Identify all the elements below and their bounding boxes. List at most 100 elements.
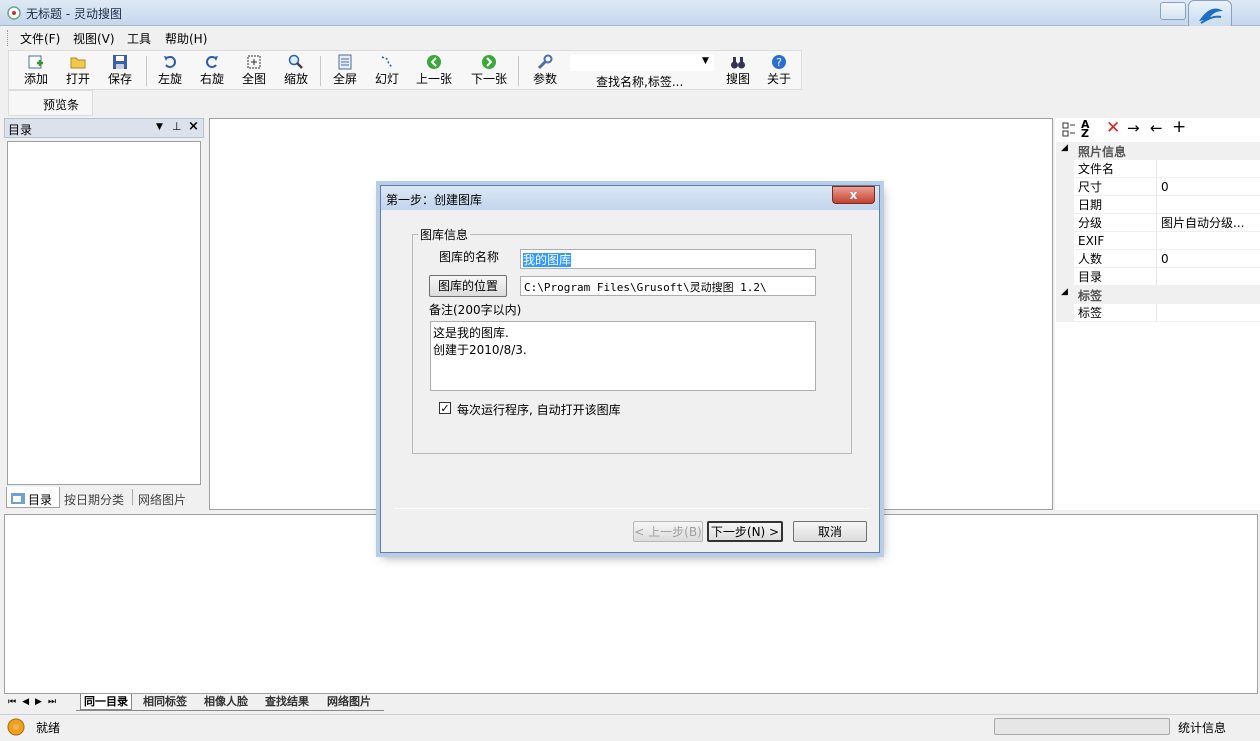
slideshow-button[interactable]: 幻灯 [365, 52, 409, 88]
library-name-value: 我的图库 [523, 253, 572, 267]
prop-row-exif[interactable]: EXIF [1074, 232, 1260, 250]
library-location-button[interactable]: 图库的位置 [429, 275, 507, 297]
add-button[interactable]: 添加 [14, 52, 58, 88]
settings-label: 参数 [532, 72, 557, 86]
save-button[interactable]: 保存 [98, 52, 142, 88]
fit-button[interactable]: 全图 [232, 52, 276, 88]
cancel-button[interactable]: 取消 [793, 521, 867, 542]
add-label: 添加 [23, 72, 48, 86]
search-label: 查找名称,标签... [596, 75, 684, 89]
menu-help[interactable]: 帮助(H) [165, 30, 207, 47]
window-title: 无标题 - 灵动搜图 [26, 7, 122, 21]
tab-similar-faces[interactable]: 相像人脸 [204, 694, 248, 710]
prop-row-size[interactable]: 尺寸 0 [1074, 178, 1260, 196]
settings-button[interactable]: 参数 [523, 52, 567, 88]
save-icon [112, 54, 128, 70]
library-location-input[interactable]: C:\Program Files\Grusoft\灵动搜图 1.2\ [520, 276, 816, 296]
tab-by-date[interactable]: 按日期分类 [64, 491, 124, 508]
dialog-close-button[interactable]: x [832, 186, 875, 204]
search-image-label: 搜图 [725, 72, 750, 86]
svg-text:?: ? [776, 56, 782, 69]
collapse-icon[interactable]: ◢ [1061, 143, 1068, 153]
about-button[interactable]: ? 关于 [757, 52, 801, 88]
about-label: 关于 [766, 72, 791, 86]
prop-row-filename[interactable]: 文件名 [1074, 160, 1260, 178]
next-step-button[interactable]: 下一步(N) > [707, 521, 783, 542]
tab-web-images-bottom[interactable]: 网络图片 [327, 694, 371, 710]
prev-step-button[interactable]: < 上一步(B) [633, 521, 703, 542]
dialog-title: 第一步：创建图库 [386, 193, 483, 207]
status-stats: 统计信息 [1178, 721, 1227, 735]
next-button[interactable]: 下一张 [467, 52, 511, 88]
directory-tree[interactable] [7, 141, 201, 485]
close-icon: x [849, 188, 858, 202]
toolbar-separator [320, 56, 321, 86]
note-line-2: 创建于2010/8/3. [433, 343, 527, 357]
search-combo[interactable] [570, 55, 714, 71]
title-bar [0, 0, 1260, 26]
open-label: 打开 [65, 72, 90, 86]
rotate-left-button[interactable]: 左旋 [148, 52, 192, 88]
close-icon[interactable]: × [188, 119, 199, 134]
menu-tools[interactable]: 工具 [127, 30, 151, 47]
chevron-down-icon[interactable]: ▼ [156, 122, 163, 132]
fullscreen-label: 全屏 [332, 72, 357, 86]
prop-row-tags[interactable]: 标签 [1074, 304, 1260, 322]
checkmark-icon: ✓ [440, 402, 450, 415]
rotate-left-icon [162, 54, 178, 70]
help-icon: ? [771, 54, 787, 70]
menu-file[interactable]: 文件(F) [20, 30, 60, 47]
note-label: 备注(200字以内) [429, 303, 522, 317]
zoom-icon [288, 54, 304, 70]
sort-az-icon[interactable]: AZ [1081, 119, 1090, 139]
menu-grip [7, 30, 10, 46]
auto-open-checkbox[interactable]: ✓ [439, 402, 451, 414]
next-label: 下一张 [470, 72, 507, 86]
chevron-down-icon[interactable]: ▼ [702, 56, 709, 66]
tab-web-images[interactable]: 网络图片 [138, 491, 186, 508]
tab-same-tags[interactable]: 相同标签 [143, 694, 187, 710]
plus-icon[interactable]: + [1172, 117, 1186, 137]
minimize-button[interactable] [1160, 2, 1186, 20]
next-icon [481, 54, 497, 70]
arrow-left-icon[interactable]: ← [1150, 119, 1163, 137]
toolbar-separator [518, 56, 519, 86]
left-panel-title: 目录 [8, 123, 33, 137]
collapse-icon[interactable]: ◢ [1061, 287, 1068, 297]
library-name-label: 图库的名称 [439, 250, 500, 264]
tab-search-results[interactable]: 查找结果 [265, 694, 309, 710]
rotate-left-label: 左旋 [157, 72, 182, 86]
rotate-right-label: 右旋 [199, 72, 224, 86]
open-button[interactable]: 打开 [56, 52, 100, 88]
prop-row-directory[interactable]: 目录 [1074, 268, 1260, 286]
dialog-divider [394, 508, 869, 509]
fit-icon [246, 54, 262, 70]
status-text: 就绪 [36, 721, 61, 735]
categorized-icon[interactable] [1062, 122, 1076, 138]
slideshow-icon [379, 54, 395, 70]
auto-open-label: 每次运行程序, 自动打开该图库 [457, 403, 621, 417]
prop-row-rating[interactable]: 分级 图片自动分级... [1074, 214, 1260, 232]
search-image-button[interactable]: 搜图 [716, 52, 760, 88]
fullscreen-button[interactable]: 全屏 [323, 52, 367, 88]
menu-view[interactable]: 视图(V) [73, 30, 115, 47]
tab-divider [132, 489, 133, 505]
tab-navigation-icon[interactable]: ⏮◀▶⏭ [8, 697, 62, 707]
arrow-right-icon[interactable]: → [1127, 119, 1140, 137]
fit-label: 全图 [241, 72, 266, 86]
library-name-input[interactable]: 我的图库 [520, 249, 816, 269]
note-textarea[interactable]: 这是我的图库. 创建于2010/8/3. [430, 321, 816, 391]
wrench-icon [537, 54, 553, 70]
rotate-right-button[interactable]: 右旋 [190, 52, 234, 88]
prev-button[interactable]: 上一张 [412, 52, 456, 88]
prop-row-date[interactable]: 日期 [1074, 196, 1260, 214]
zoom-button[interactable]: 缩放 [274, 52, 318, 88]
section-photo-title: 照片信息 [1078, 145, 1127, 159]
prev-label: 上一张 [415, 72, 452, 86]
tab-same-directory[interactable]: 同一目录 [80, 694, 132, 710]
zoom-label: 缩放 [283, 72, 308, 86]
pin-icon[interactable]: ⊥ [172, 120, 182, 133]
prop-row-people[interactable]: 人数 0 [1074, 250, 1260, 268]
delete-icon[interactable]: ✕ [1106, 118, 1120, 138]
fullscreen-icon [337, 54, 353, 70]
